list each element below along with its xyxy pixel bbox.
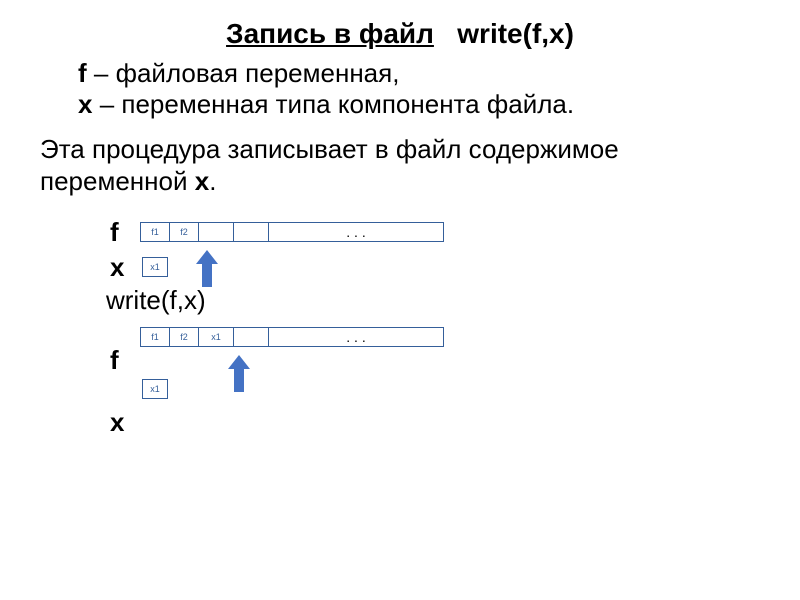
title: Запись в файл write(f,x) (40, 18, 760, 50)
cell-x1-written: x1 (199, 328, 234, 346)
cell-dots: . . . (269, 328, 443, 346)
label-f: f (110, 217, 140, 248)
desc-var: x (195, 166, 209, 196)
x-cell-before: x1 (142, 257, 168, 277)
f-cells-after: f1 f2 x1 . . . (140, 327, 444, 347)
desc-part2: . (209, 166, 216, 196)
def-x-var: x (78, 89, 92, 119)
slide: Запись в файл write(f,x) f – файловая пе… (0, 0, 800, 460)
call-label: write(f,x) (106, 285, 760, 316)
cell-empty (234, 328, 269, 346)
desc-part1: Эта процедура записывает в файл содержим… (40, 134, 619, 195)
def-x-line: x – переменная типа компонента файла. (78, 89, 760, 120)
pointer-arrow-icon (196, 250, 218, 288)
row-f-label-after: f (110, 345, 760, 376)
def-x-text: – переменная типа компонента файла. (92, 89, 574, 119)
title-underlined: Запись в файл (226, 18, 434, 49)
row-x-after-cell: x x1 (110, 374, 760, 405)
f-cells-before: f1 f2 . . . (140, 222, 444, 242)
diagram-before: f f1 f2 . . . x x1 write(f,x) f f1 (110, 217, 760, 438)
cell-dots: . . . (269, 223, 443, 241)
def-f-text: – файловая переменная, (87, 58, 400, 88)
row-x-label-after: x (110, 407, 760, 438)
cell-empty (234, 223, 269, 241)
definitions: f – файловая переменная, x – переменная … (78, 58, 760, 120)
cell-empty (199, 223, 234, 241)
def-f-var: f (78, 58, 87, 88)
title-bold: write(f,x) (457, 18, 574, 49)
description: Эта процедура записывает в файл содержим… (40, 134, 760, 196)
label-x: x (110, 407, 140, 438)
def-f-line: f – файловая переменная, (78, 58, 760, 89)
label-f: f (110, 345, 140, 376)
cell-f2: f2 (170, 328, 199, 346)
x-cell-after: x1 (142, 379, 168, 399)
cell-f2: f2 (170, 223, 199, 241)
row-f-before: f f1 f2 . . . (110, 217, 760, 248)
label-x: x (110, 252, 140, 283)
pointer-arrow-icon (228, 355, 250, 393)
cell-f1: f1 (141, 223, 170, 241)
cell-f1: f1 (141, 328, 170, 346)
